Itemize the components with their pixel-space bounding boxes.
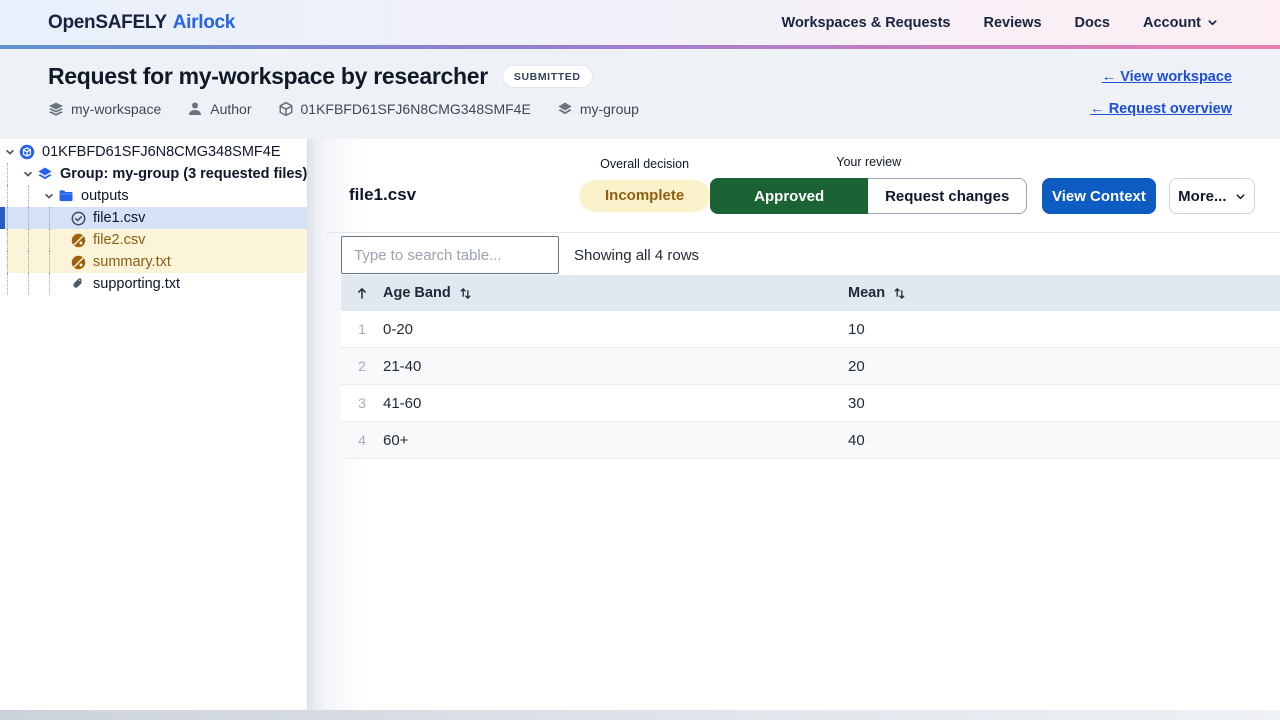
table-header-row: Age Band Mean — [341, 275, 1280, 311]
tree-guide — [28, 251, 42, 273]
chevron-down-icon — [1207, 17, 1218, 28]
tree-file-label: file2.csv — [93, 232, 145, 248]
review-pending-icon — [70, 254, 86, 270]
brand-primary: OpenSAFELY — [48, 12, 167, 34]
table-search-input[interactable] — [341, 236, 559, 274]
file-view-panel: file1.csv Overall decision Incomplete Yo… — [325, 139, 1280, 710]
diamond-layers-icon — [557, 101, 573, 117]
tree-guide — [49, 207, 63, 229]
data-table: Age Band Mean 1 0-20 10 2 — [341, 275, 1280, 459]
tree-guide — [28, 273, 42, 295]
more-menu-button[interactable]: More... — [1169, 178, 1255, 214]
request-overview-link[interactable]: ← Request overview — [1090, 101, 1232, 117]
nav-docs[interactable]: Docs — [1075, 15, 1110, 31]
cube-icon — [278, 101, 294, 117]
view-context-button[interactable]: View Context — [1042, 178, 1155, 214]
tree-guide — [7, 185, 21, 207]
tree-file-summary-txt[interactable]: summary.txt — [0, 251, 307, 273]
tree-file-file2-csv[interactable]: file2.csv — [0, 229, 307, 251]
content-area: 01KFBFD61SFJ6N8CMG348SMF4E Group: my-gro… — [0, 139, 1280, 710]
view-workspace-link[interactable]: ← View workspace — [1102, 69, 1232, 85]
sort-toggle-icon — [893, 287, 906, 300]
tree-root-label: 01KFBFD61SFJ6N8CMG348SMF4E — [42, 144, 281, 160]
layers-icon — [37, 166, 53, 182]
overall-decision-badge: Incomplete — [579, 180, 710, 212]
brand-logo[interactable]: OpenSAFELY Airlock — [48, 12, 235, 34]
tree-guide — [49, 273, 63, 295]
top-navigation: OpenSAFELY Airlock Workspaces & Requests… — [0, 0, 1280, 45]
file-title: file1.csv — [349, 185, 579, 205]
age-band-header[interactable]: Age Band — [383, 285, 848, 301]
tree-file-label: supporting.txt — [93, 276, 180, 292]
tree-guide — [49, 251, 63, 273]
request-meta: my-workspace Author 01KFBFD61SFJ6N8CMG34… — [48, 101, 639, 117]
tree-guide — [7, 163, 21, 185]
tree-guide — [7, 273, 21, 295]
table-row: 3 41-60 30 — [341, 385, 1280, 422]
table-row: 4 60+ 40 — [341, 422, 1280, 459]
table-toolbar: Showing all 4 rows — [325, 233, 1280, 275]
tree-file-supporting-txt[interactable]: supporting.txt — [0, 273, 307, 295]
request-changes-button[interactable]: Request changes — [868, 178, 1027, 214]
tree-file-label: file1.csv — [93, 210, 145, 226]
your-review: Your review Approved Request changes — [710, 155, 1027, 214]
page-bottom-strip — [0, 710, 1280, 720]
sidebar-resize-handle[interactable] — [307, 139, 325, 710]
brand-secondary: Airlock — [173, 12, 235, 34]
overall-decision-label: Overall decision — [600, 157, 689, 171]
table-row: 2 21-40 20 — [341, 348, 1280, 385]
overall-decision: Overall decision Incomplete — [579, 157, 710, 214]
request-id-meta: 01KFBFD61SFJ6N8CMG348SMF4E — [278, 101, 531, 117]
review-pending-icon — [70, 232, 86, 248]
nav-reviews[interactable]: Reviews — [983, 15, 1041, 31]
chevron-down-icon — [1235, 191, 1246, 202]
request-header: Request for my-workspace by researcher S… — [0, 49, 1280, 139]
tree-guide — [7, 207, 21, 229]
tree-guide — [28, 229, 42, 251]
your-review-label: Your review — [836, 155, 901, 169]
paperclip-icon — [70, 276, 86, 292]
tree-group-label: Group: my-group (3 requested files) — [60, 166, 307, 182]
tree-guide — [7, 229, 21, 251]
chevron-down-icon[interactable] — [42, 191, 56, 201]
approved-button[interactable]: Approved — [710, 178, 868, 214]
layers-icon — [48, 101, 64, 117]
sort-toggle-icon — [459, 287, 472, 300]
tree-guide — [49, 229, 63, 251]
sort-ascending-icon — [356, 287, 368, 300]
tree-guide — [7, 251, 21, 273]
tree-guide — [28, 207, 42, 229]
tree-file-label: summary.txt — [93, 254, 171, 270]
tree-file-file1-csv[interactable]: file1.csv — [0, 207, 307, 229]
mean-header[interactable]: Mean — [848, 285, 1280, 301]
workspace-meta: my-workspace — [48, 101, 161, 117]
check-circle-icon — [70, 210, 86, 226]
folder-icon — [58, 188, 74, 204]
tree-guide — [28, 185, 42, 207]
nav-account-menu[interactable]: Account — [1143, 15, 1218, 31]
row-number-header[interactable] — [341, 287, 383, 300]
file-view-header: file1.csv Overall decision Incomplete Yo… — [325, 139, 1280, 233]
author-meta: Author — [187, 101, 251, 117]
page-title: Request for my-workspace by researcher — [48, 63, 488, 90]
tree-root-request[interactable]: 01KFBFD61SFJ6N8CMG348SMF4E — [0, 141, 307, 163]
user-icon — [187, 101, 203, 117]
status-badge: SUBMITTED — [502, 65, 593, 88]
chevron-down-icon[interactable] — [3, 147, 17, 157]
rows-summary: Showing all 4 rows — [574, 247, 699, 264]
cube-icon — [19, 144, 35, 160]
tree-group-my-group[interactable]: Group: my-group (3 requested files) — [0, 163, 307, 185]
nav-workspaces-requests[interactable]: Workspaces & Requests — [782, 15, 951, 31]
file-tree-sidebar: 01KFBFD61SFJ6N8CMG348SMF4E Group: my-gro… — [0, 139, 307, 710]
table-row: 1 0-20 10 — [341, 311, 1280, 348]
tree-folder-outputs[interactable]: outputs — [0, 185, 307, 207]
chevron-down-icon[interactable] — [21, 169, 35, 179]
group-meta: my-group — [557, 101, 639, 117]
nav-items: Workspaces & Requests Reviews Docs Accou… — [782, 15, 1218, 31]
review-button-group: Approved Request changes — [710, 178, 1027, 214]
tree-folder-label: outputs — [81, 188, 129, 204]
